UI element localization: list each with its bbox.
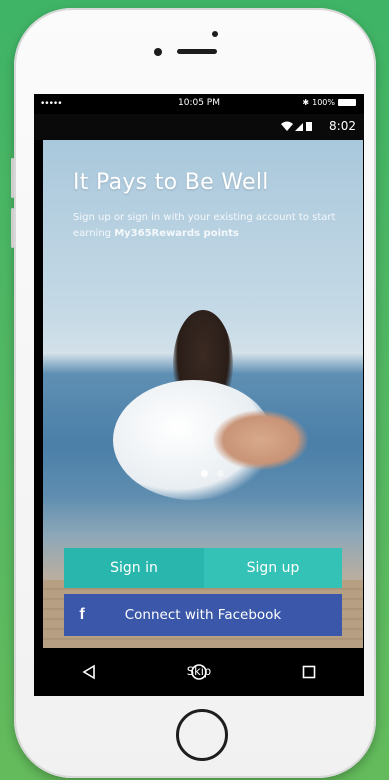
carousel-indicator [201, 470, 224, 477]
android-time: 8:02 [329, 119, 356, 133]
facebook-button-label: Connect with Facebook [124, 607, 282, 623]
page-subtitle: Sign up or sign in with your existing ac… [73, 210, 353, 242]
battery-indicator: ✱ 100% [302, 98, 356, 107]
battery-percent: 100% [312, 98, 335, 107]
volume-button [11, 158, 14, 198]
facebook-connect-button[interactable]: f Connect with Facebook [64, 594, 342, 636]
carousel-dot-2[interactable] [217, 470, 224, 477]
carousel-dot-1[interactable] [201, 470, 208, 477]
android-status-bar: 8:02 [34, 114, 364, 140]
bluetooth-icon: ✱ [302, 98, 310, 107]
sign-in-button[interactable]: Sign in [64, 548, 204, 588]
rewards-name: My365Rewards points [114, 228, 239, 239]
auth-buttons: Sign in Sign up [64, 548, 342, 588]
ios-status-bar: ••••• 10:05 PM ✱ 100% [34, 94, 364, 114]
front-camera [154, 48, 162, 56]
earpiece-speaker [177, 49, 217, 54]
skip-link[interactable]: Skip [34, 664, 364, 678]
battery-icon [338, 99, 356, 106]
onboarding-screen: It Pays to Be Well Sign up or sign in wi… [43, 140, 363, 648]
wifi-signal-icon [280, 120, 316, 135]
sign-up-button[interactable]: Sign up [204, 548, 342, 588]
proximity-sensor [212, 31, 218, 37]
home-button[interactable] [176, 709, 228, 761]
facebook-icon: f [79, 606, 85, 623]
hero-photo-arm [213, 410, 308, 470]
phone-screen: ••••• 10:05 PM ✱ 100% 8:02 It Pays to Be… [34, 94, 364, 696]
volume-button [11, 208, 14, 248]
page-title: It Pays to Be Well [73, 170, 269, 195]
